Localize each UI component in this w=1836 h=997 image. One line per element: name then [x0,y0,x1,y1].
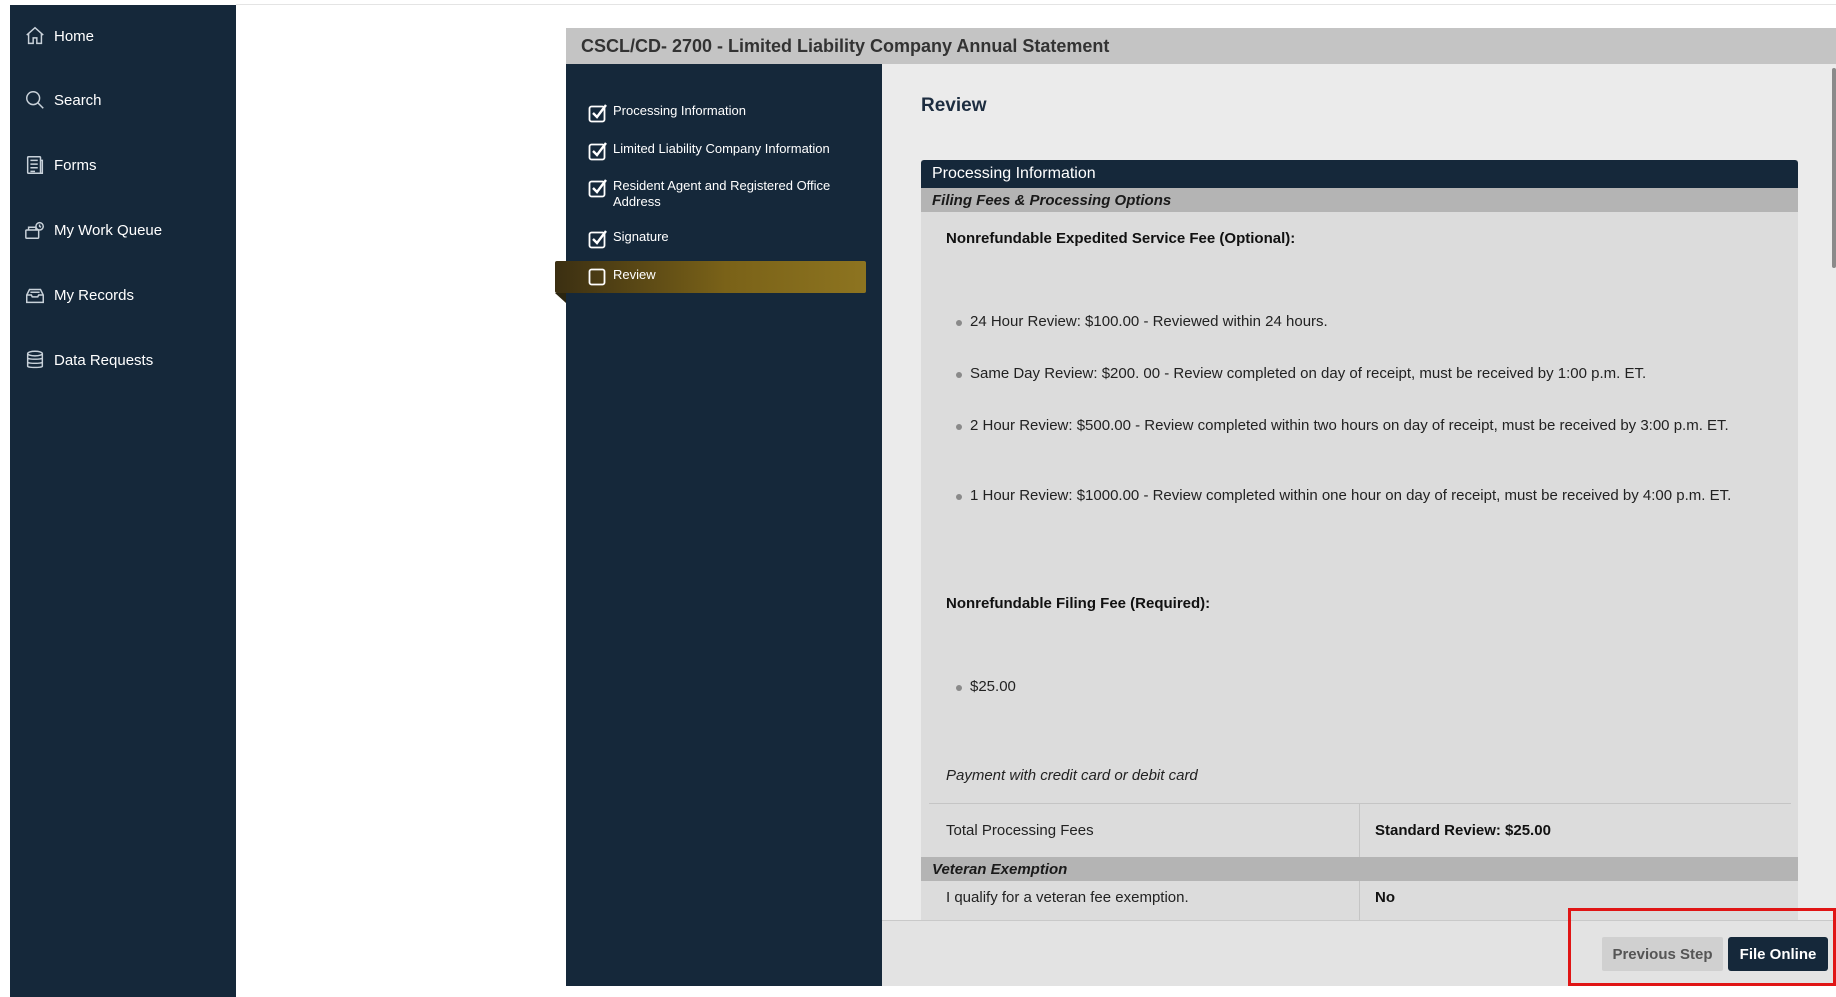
list-item: 24 Hour Review: $100.00 - Reviewed withi… [956,313,1776,331]
step-list: Processing Information Limited Liability… [555,64,882,986]
sidebar-item-home[interactable]: Home [24,21,94,51]
form-panel: CSCL/CD- 2700 - Limited Liability Compan… [555,28,1836,986]
sidebar-item-label: Home [54,27,95,45]
step-llc-information[interactable]: Limited Liability Company Information [588,141,868,161]
section-title: Processing Information [921,160,1798,188]
veteran-exemption-value: No [1375,889,1395,906]
sidebar-item-forms[interactable]: Forms [24,150,97,180]
processing-information-card: Processing Information Filing Fees & Pro… [921,160,1798,920]
forms-icon [24,154,46,176]
form-title: CSCL/CD- 2700 - Limited Liability Compan… [566,28,1836,64]
checked-checkbox-icon [588,229,608,249]
payment-note: Payment with credit card or debit card [946,767,1198,784]
subsection-fees: Filing Fees & Processing Options [921,188,1798,212]
list-item: 2 Hour Review: $500.00 - Review complete… [956,417,1776,435]
step-resident-agent[interactable]: Resident Agent and Registered Office Add… [588,178,850,210]
table-row: Total Processing Fees Standard Review: $… [929,803,1791,858]
step-label: Review [613,267,656,282]
records-icon [24,284,46,306]
step-label: Signature [613,229,669,244]
database-icon [24,349,46,371]
sidebar-item-label: Search [54,91,102,109]
filing-fee-label: Nonrefundable Filing Fee (Required): [946,595,1211,612]
sidebar-item-data-requests[interactable]: Data Requests [24,345,153,375]
step-label: Resident Agent and Registered Office Add… [613,178,831,209]
sidebar: Home Search Forms My Work Queue My Recor… [10,5,236,997]
file-online-button[interactable]: File Online [1728,937,1828,971]
checked-checkbox-icon [588,178,608,198]
sidebar-item-label: My Work Queue [54,221,163,239]
sidebar-item-my-records[interactable]: My Records [24,280,134,310]
column-divider [1359,804,1360,858]
unchecked-checkbox-icon [588,267,608,287]
step-review[interactable]: Review [588,267,868,287]
active-step-tip [555,293,566,303]
form-footer: Previous Step File Online [882,920,1836,986]
subsection-veteran: Veteran Exemption [921,857,1798,881]
list-item: $25.00 [956,678,1776,696]
column-divider [1359,881,1360,920]
step-signature[interactable]: Signature [588,229,868,249]
step-processing-information[interactable]: Processing Information [588,103,868,123]
previous-step-button[interactable]: Previous Step [1602,937,1723,971]
search-icon [24,89,46,111]
sidebar-item-label: My Records [54,286,135,304]
work-queue-icon [24,219,46,241]
checked-checkbox-icon [588,141,608,161]
top-divider [236,0,1836,5]
step-label: Processing Information [613,103,746,118]
review-content[interactable]: Review Processing Information Filing Fee… [882,64,1836,920]
sidebar-item-label: Forms [54,156,97,174]
table-row: I qualify for a veteran fee exemption. N… [929,881,1791,920]
expedited-fee-label: Nonrefundable Expedited Service Fee (Opt… [946,230,1296,247]
total-fees-value: Standard Review: $25.00 [1375,822,1551,839]
sidebar-item-label: Data Requests [54,351,154,369]
scrollbar[interactable] [1832,68,1836,268]
left-edge [0,0,10,997]
sidebar-item-search[interactable]: Search [24,85,102,115]
step-label: Limited Liability Company Information [613,141,830,156]
sidebar-item-my-work-queue[interactable]: My Work Queue [24,215,162,245]
home-icon [24,25,46,47]
veteran-exemption-label: I qualify for a veteran fee exemption. [946,889,1189,906]
total-fees-label: Total Processing Fees [946,822,1094,839]
review-heading: Review [921,95,987,116]
list-item: Same Day Review: $200. 00 - Review compl… [956,365,1776,383]
checked-checkbox-icon [588,103,608,123]
list-item: 1 Hour Review: $1000.00 - Review complet… [956,487,1776,505]
